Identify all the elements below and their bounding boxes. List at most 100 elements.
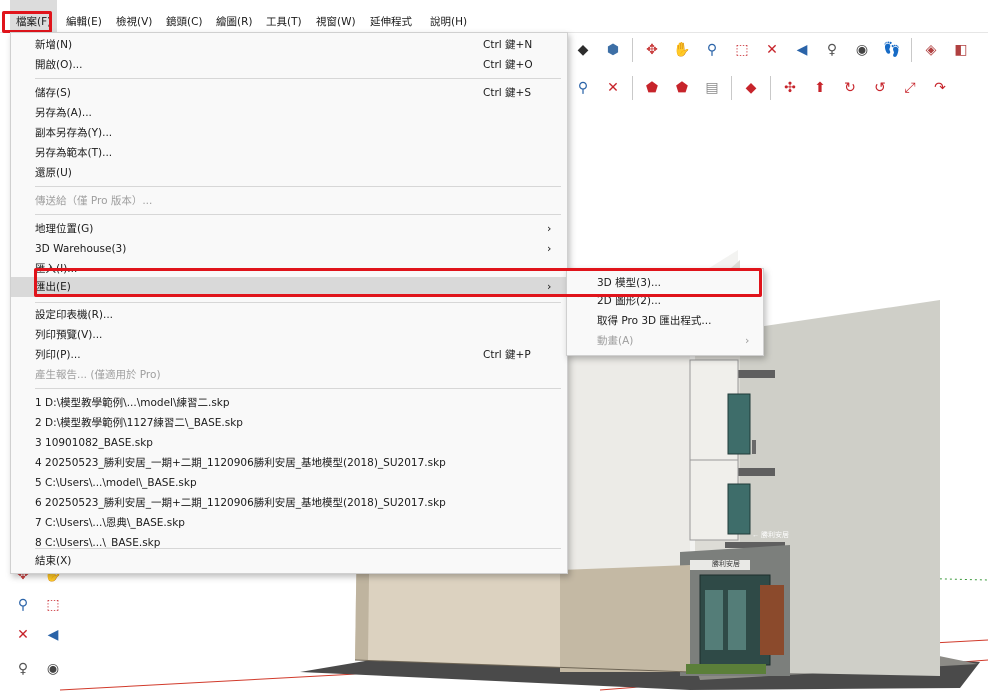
recent-file-item[interactable]: 6 20250523_勝利安居_一期+二期_1120906勝利安居_基地模型(2…	[11, 493, 567, 513]
look-around-icon[interactable]: ◉	[851, 39, 873, 61]
recent-file-label: 7 C:\Users\...\恩典\_BASE.skp	[35, 517, 185, 529]
section-plane-icon[interactable]: ◈	[920, 39, 942, 61]
chevron-right-icon: ›	[547, 242, 552, 255]
menu-item-print-preview[interactable]: 列印預覽(V)...	[11, 325, 567, 345]
recent-file-item[interactable]: 4 20250523_勝利安居_一期+二期_1120906勝利安居_基地模型(2…	[11, 453, 567, 473]
building-sign-2: 勝利安居	[712, 559, 740, 568]
recent-file-label: 5 C:\Users\...\model\_BASE.skp	[35, 477, 197, 489]
menu-separator	[35, 214, 561, 215]
position-camera-icon-left[interactable]: ♀	[12, 658, 34, 680]
layers-icon[interactable]: ◆	[572, 39, 594, 61]
top-toolbar-row-2: ⚲ ✕ ⬟ ⬟ ▤ ◆ ✣ ⬆ ↻ ↺ ⤢ ↷	[572, 72, 951, 104]
menu-item-save-copy-as[interactable]: 副本另存為(Y)...	[11, 123, 567, 143]
section-display-icon[interactable]: ◧	[950, 39, 972, 61]
menu-item-new[interactable]: 新增(N) Ctrl 鍵+N	[11, 35, 567, 55]
menu-item-save-as[interactable]: 另存為(A)...	[11, 103, 567, 123]
menu-item-exit-label: 結束(X)	[35, 555, 72, 567]
look-around-icon-left[interactable]: ◉	[42, 658, 64, 680]
recent-file-item[interactable]: 1 D:\模型教學範例\...\model\練習二.skp	[11, 393, 567, 413]
walk-icon[interactable]: 👣	[881, 39, 903, 61]
zoom-icon-left[interactable]: ⚲	[12, 594, 34, 616]
menu-item-open[interactable]: 開啟(O)... Ctrl 鍵+O	[11, 55, 567, 75]
push-pull-icon[interactable]: ⬆	[809, 77, 831, 99]
recent-file-item[interactable]: 8 C:\Users\...\_BASE.skp	[11, 533, 567, 553]
menu-item-generate-report: 產生報告... (僅適用於 Pro)	[11, 365, 567, 385]
menu-item-print-shortcut: Ctrl 鍵+P	[483, 349, 531, 361]
menu-item-new-label: 新增(N)	[35, 39, 73, 51]
submenu-item-pro-3d-exporter[interactable]: 取得 Pro 3D 匯出程式...	[567, 311, 763, 331]
menu-item-save[interactable]: 儲存(S) Ctrl 鍵+S	[11, 83, 567, 103]
recent-file-item[interactable]: 7 C:\Users\...\恩典\_BASE.skp	[11, 513, 567, 533]
toolbar-separator	[911, 38, 912, 62]
menu-separator	[35, 302, 561, 303]
move-icon[interactable]: ✣	[779, 77, 801, 99]
menu-camera[interactable]: 鏡頭(C)	[166, 0, 203, 32]
zoom-icon[interactable]: ⚲	[701, 39, 723, 61]
zoom-extents-icon-left[interactable]: ✕	[12, 624, 34, 646]
scale-icon[interactable]: ⤢	[899, 77, 921, 99]
submenu-item-animation: 動畫(A) ›	[567, 331, 763, 351]
toolbar-separator	[632, 38, 633, 62]
menu-item-open-shortcut: Ctrl 鍵+O	[483, 59, 533, 71]
menu-separator	[35, 388, 561, 389]
orbit-icon[interactable]: ✥	[641, 39, 663, 61]
chevron-right-icon: ›	[547, 222, 552, 235]
menu-bar: 檔案(F) 編輯(E) 檢視(V) 鏡頭(C) 繪圖(R) 工具(T) 視窗(W…	[0, 0, 988, 33]
menu-item-geo-location-label: 地理位置(G)	[35, 223, 94, 235]
menu-item-send-to-label: 傳送給（僅 Pro 版本）...	[35, 195, 153, 207]
offset-icon[interactable]: ↷	[929, 77, 951, 99]
rotate-icon[interactable]: ↻	[839, 77, 861, 99]
recent-file-item[interactable]: 2 D:\模型教學範例\1127練習二\_BASE.skp	[11, 413, 567, 433]
menu-help[interactable]: 說明(H)	[430, 0, 467, 32]
recent-file-label: 1 D:\模型教學範例\...\model\練習二.skp	[35, 397, 230, 409]
share-component-icon[interactable]: ▤	[701, 77, 723, 99]
follow-me-icon[interactable]: ↺	[869, 77, 891, 99]
menu-view[interactable]: 檢視(V)	[116, 0, 152, 32]
toolbar-separator	[632, 76, 633, 100]
top-toolbar-row-1: ◆ ⬢ ✥ ✋ ⚲ ⬚ ✕ ◀ ♀ ◉ 👣 ◈ ◧	[572, 34, 972, 66]
box-icon[interactable]: ⬢	[602, 39, 624, 61]
zoom-icon-2[interactable]: ⚲	[572, 77, 594, 99]
menu-item-exit[interactable]: 結束(X)	[11, 551, 567, 571]
menu-item-printer-setup[interactable]: 設定印表機(R)...	[11, 305, 567, 325]
menu-camera-label: 鏡頭(C)	[166, 16, 203, 28]
menu-item-3d-warehouse[interactable]: 3D Warehouse(3) ›	[11, 239, 567, 259]
left-toolbar: ✥ ✋ ⚲ ⬚ ✕ ◀ ♀ ◉	[12, 560, 76, 694]
menu-edit[interactable]: 編輯(E)	[66, 0, 102, 32]
extension-warehouse-icon[interactable]: ◆	[740, 77, 762, 99]
menu-extensions-label: 延伸程式	[370, 16, 412, 28]
menu-draw-label: 繪圖(R)	[216, 16, 253, 28]
menu-item-print[interactable]: 列印(P)... Ctrl 鍵+P	[11, 345, 567, 365]
zoom-window-icon[interactable]: ⬚	[731, 39, 753, 61]
menu-edit-label: 編輯(E)	[66, 16, 102, 28]
menu-window[interactable]: 視窗(W)	[316, 0, 356, 32]
menu-extensions[interactable]: 延伸程式	[370, 0, 412, 32]
share-model-icon[interactable]: ⬟	[671, 77, 693, 99]
get-models-icon[interactable]: ⬟	[641, 77, 663, 99]
zoom-window-icon-left[interactable]: ⬚	[42, 594, 64, 616]
menu-item-save-as-label: 另存為(A)...	[35, 107, 92, 119]
position-camera-icon[interactable]: ♀	[821, 39, 843, 61]
recent-file-item[interactable]: 3 10901082_BASE.skp	[11, 433, 567, 453]
menu-item-save-as-template-label: 另存為範本(T)...	[35, 147, 113, 159]
menu-item-geo-location[interactable]: 地理位置(G) ›	[11, 219, 567, 239]
recent-file-label: 2 D:\模型教學範例\1127練習二\_BASE.skp	[35, 417, 243, 429]
menu-draw[interactable]: 繪圖(R)	[216, 0, 253, 32]
menu-item-save-as-template[interactable]: 另存為範本(T)...	[11, 143, 567, 163]
menu-item-new-shortcut: Ctrl 鍵+N	[483, 39, 533, 51]
menu-tools[interactable]: 工具(T)	[266, 0, 302, 32]
menu-item-save-copy-as-label: 副本另存為(Y)...	[35, 127, 113, 139]
zoom-extents-icon[interactable]: ✕	[761, 39, 783, 61]
menu-item-save-shortcut: Ctrl 鍵+S	[483, 87, 531, 99]
menu-help-label: 說明(H)	[430, 16, 468, 28]
previous-view-icon-left[interactable]: ◀	[42, 624, 64, 646]
chevron-right-icon: ›	[745, 334, 750, 347]
previous-view-icon[interactable]: ◀	[791, 39, 813, 61]
export-highlight-box	[34, 268, 762, 297]
menu-item-3d-warehouse-label: 3D Warehouse(3)	[35, 243, 127, 255]
recent-file-item[interactable]: 5 C:\Users\...\model\_BASE.skp	[11, 473, 567, 493]
zoom-extents-icon-2[interactable]: ✕	[602, 77, 624, 99]
file-menu-highlight-box	[2, 11, 52, 33]
menu-item-revert[interactable]: 還原(U)	[11, 163, 567, 183]
pan-icon[interactable]: ✋	[671, 39, 693, 61]
